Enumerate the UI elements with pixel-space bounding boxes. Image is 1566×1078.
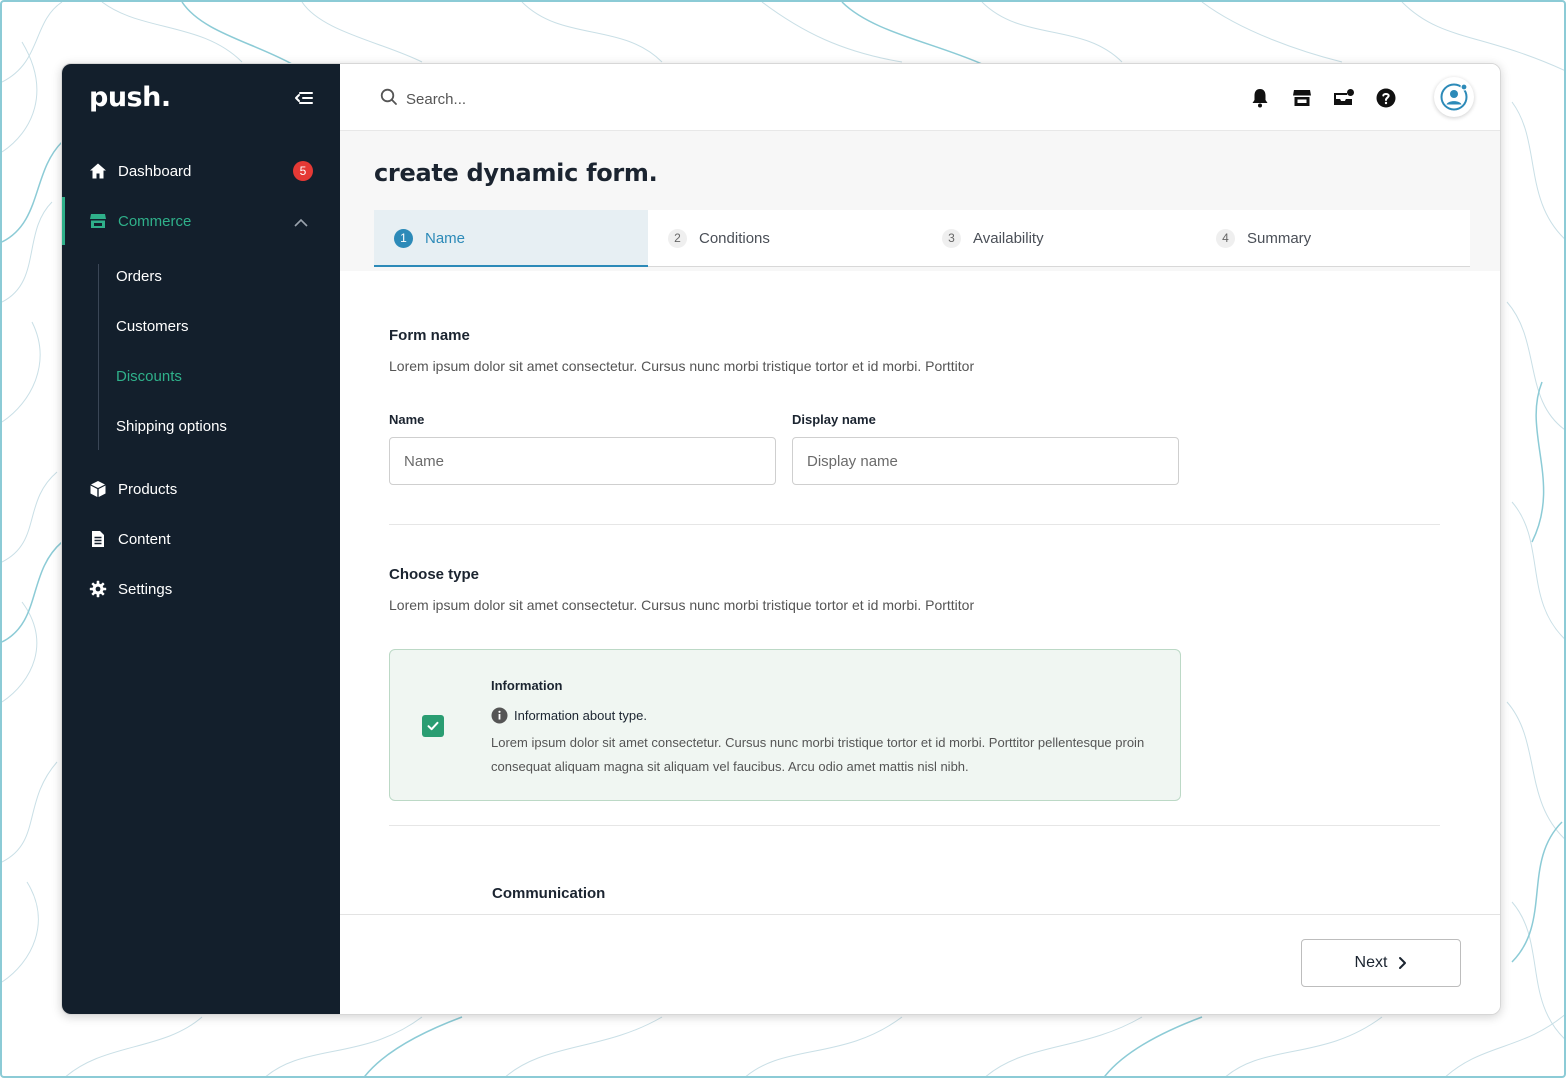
type-card-information[interactable]: Information Information about type. Lore… [389, 649, 1181, 801]
document-icon [89, 530, 107, 548]
card-description: Lorem ipsum dolor sit amet consectetur. … [491, 735, 1145, 774]
sidebar-item-content[interactable]: Content [62, 517, 340, 561]
tab-conditions[interactable]: 2 Conditions [648, 210, 922, 266]
divider [389, 524, 1440, 525]
tab-availability[interactable]: 3 Availability [922, 210, 1196, 266]
chevron-up-icon [293, 215, 309, 227]
display-name-input[interactable] [792, 437, 1179, 485]
collapse-sidebar-icon[interactable] [294, 90, 314, 106]
page-header: create dynamic form. 1 Name 2 Conditions… [340, 131, 1500, 271]
divider [389, 825, 1440, 826]
type-option-communication: Communication [492, 885, 606, 902]
name-input[interactable] [389, 437, 776, 485]
topbar [340, 64, 1500, 131]
sidebar-item-label: Products [118, 480, 178, 498]
tab-label: Availability [973, 229, 1044, 247]
user-avatar-icon[interactable] [1434, 77, 1474, 117]
app-window: push. Dashboard 5 Commerce Orders Custom… [61, 63, 1501, 1015]
gear-icon [89, 580, 107, 598]
sidebar-item-label: Content [118, 530, 171, 548]
tab-label: Summary [1247, 229, 1312, 247]
notification-badge: 5 [293, 161, 313, 181]
card-title: Information [491, 678, 563, 693]
footer: Next [340, 914, 1500, 1014]
help-icon[interactable] [1374, 86, 1398, 110]
info-icon [491, 707, 508, 724]
next-button-label: Next [1354, 954, 1388, 971]
home-icon [89, 162, 107, 180]
store-icon [89, 212, 107, 230]
stepper-tabs: 1 Name 2 Conditions 3 Availability 4 Sum… [374, 210, 1470, 267]
sidebar-item-dashboard[interactable]: Dashboard 5 [62, 149, 340, 193]
card-info-text: Information about type. [514, 708, 647, 723]
logo: push. [89, 82, 171, 113]
inbox-icon[interactable] [1332, 86, 1356, 110]
step-number: 2 [668, 228, 687, 248]
check-icon [427, 721, 439, 731]
sidebar-item-products[interactable]: Products [62, 467, 340, 511]
next-button[interactable]: Next [1301, 939, 1461, 987]
section-description: Lorem ipsum dolor sit amet consectetur. … [389, 597, 975, 613]
sidebar-subitem-orders[interactable]: Orders [116, 266, 162, 288]
name-label: Name [389, 412, 425, 427]
sidebar-item-label: Settings [118, 580, 173, 598]
section-description: Lorem ipsum dolor sit amet consectetur. … [389, 358, 975, 374]
page-title: create dynamic form. [374, 159, 658, 187]
sidebar-subitem-shipping-options[interactable]: Shipping options [116, 416, 227, 438]
section-title-form-name: Form name [389, 327, 470, 344]
step-number: 3 [942, 228, 961, 248]
sidebar-subitem-discounts[interactable]: Discounts [116, 366, 182, 388]
tab-name[interactable]: 1 Name [374, 210, 648, 267]
step-number: 4 [1216, 228, 1235, 248]
tab-summary[interactable]: 4 Summary [1196, 210, 1470, 266]
sidebar-item-label: Dashboard [118, 162, 192, 180]
chevron-right-icon [1397, 956, 1407, 970]
display-name-label: Display name [792, 412, 876, 427]
sidebar-subitem-customers[interactable]: Customers [116, 316, 189, 338]
search-icon [380, 88, 398, 111]
submenu-line [98, 264, 99, 450]
bell-icon[interactable] [1248, 86, 1272, 110]
box-icon [89, 480, 107, 498]
sidebar-item-label: Commerce [118, 212, 192, 230]
tab-label: Name [425, 229, 466, 247]
type-checkbox[interactable] [422, 715, 444, 737]
search-input[interactable] [406, 91, 706, 108]
tab-label: Conditions [699, 229, 770, 247]
section-title-choose-type: Choose type [389, 566, 480, 583]
sidebar-item-settings[interactable]: Settings [62, 567, 340, 611]
store-icon[interactable] [1290, 86, 1314, 110]
card-info-row: Information about type. [491, 707, 647, 724]
sidebar: push. Dashboard 5 Commerce Orders Custom… [62, 64, 340, 1014]
main-content: create dynamic form. 1 Name 2 Conditions… [340, 64, 1500, 1014]
sidebar-item-commerce[interactable]: Commerce [62, 197, 340, 245]
search-bar [380, 88, 706, 111]
step-number: 1 [394, 228, 413, 248]
